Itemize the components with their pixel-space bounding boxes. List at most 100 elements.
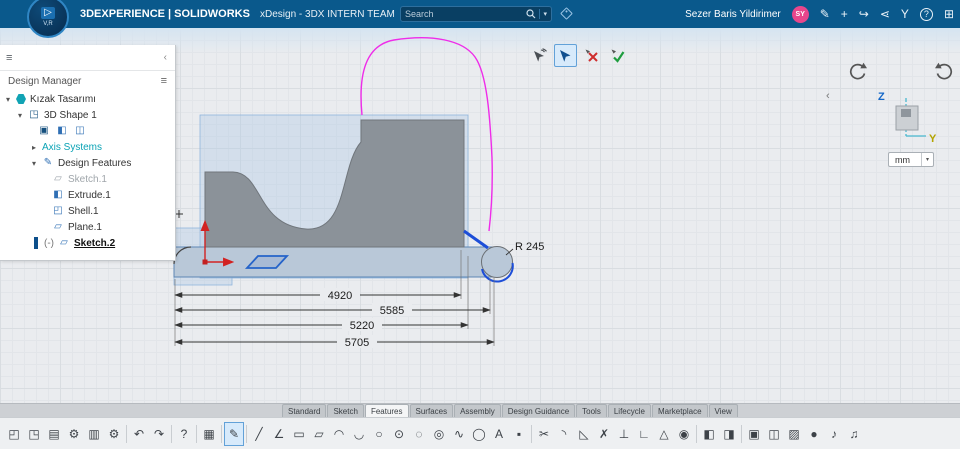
- share-nodes-icon[interactable]: ⋖: [880, 8, 890, 20]
- machine-settings-icon[interactable]: ⚙: [64, 422, 84, 446]
- tab-marketplace[interactable]: Marketplace: [651, 404, 708, 417]
- undo-icon[interactable]: ↶: [129, 422, 149, 446]
- tangent-arc-icon[interactable]: ◡: [349, 422, 369, 446]
- sketch-origin[interactable]: [202, 259, 208, 265]
- caret-down-icon[interactable]: ▾: [16, 111, 24, 120]
- selected-line-edge[interactable]: [463, 229, 489, 250]
- tab-sketch[interactable]: Sketch: [327, 404, 364, 417]
- mini-extrude-icon[interactable]: ◧: [56, 126, 68, 136]
- delete-entity-icon[interactable]: ✗: [594, 422, 614, 446]
- redo-icon[interactable]: ↷: [149, 422, 169, 446]
- angle-icon[interactable]: ∟: [634, 422, 654, 446]
- tree-item-design-features[interactable]: ▾ ✎ Design Features: [0, 155, 175, 171]
- text-icon[interactable]: A: [489, 422, 509, 446]
- tree-item-extrude1[interactable]: ◧ Extrude.1: [0, 187, 175, 203]
- collapse-right-panel-button[interactable]: ‹: [826, 90, 830, 102]
- assembly-cube-icon[interactable]: ◫: [764, 422, 784, 446]
- point-icon[interactable]: ▪: [509, 422, 529, 446]
- tree-item-axis-systems[interactable]: ▸ Axis Systems: [0, 139, 175, 155]
- polygon-icon[interactable]: △: [654, 422, 674, 446]
- tree-item-sketch1[interactable]: ▱ Sketch.1: [0, 171, 175, 187]
- branch-icon[interactable]: Y: [901, 8, 909, 20]
- search-scope-chevron-icon[interactable]: ▾: [543, 10, 547, 18]
- accept-sketch-button[interactable]: [606, 44, 629, 67]
- tree-item-plane1[interactable]: ▱ Plane.1: [0, 219, 175, 235]
- spline-icon[interactable]: ∿: [449, 422, 469, 446]
- dimension-label[interactable]: 5220: [350, 320, 374, 332]
- tree-item-root[interactable]: ▾ Kızak Tasarımı: [0, 91, 175, 107]
- apps-grid-icon[interactable]: ⊞: [944, 8, 954, 20]
- tab-features[interactable]: Features: [364, 404, 409, 417]
- arc-icon[interactable]: ◠: [329, 422, 349, 446]
- tree-item-sketch2-active[interactable]: (-) ▱ Sketch.2: [0, 235, 175, 251]
- constraint-icon[interactable]: ⊥: [614, 422, 634, 446]
- dimension-label[interactable]: 5585: [380, 305, 404, 317]
- collapse-panel-button[interactable]: ‹: [162, 52, 169, 63]
- selected-arc-edge[interactable]: [481, 262, 514, 283]
- help-icon[interactable]: ?: [174, 422, 194, 446]
- extrude-icon[interactable]: ◧: [699, 422, 719, 446]
- solid-section[interactable]: [204, 119, 465, 248]
- help-icon[interactable]: ?: [919, 7, 933, 21]
- share-icon[interactable]: ↪: [859, 8, 869, 20]
- design-table-icon[interactable]: ▦: [199, 422, 219, 446]
- mini-sketch-icon[interactable]: ▣: [38, 126, 50, 136]
- search-box[interactable]: ▾: [400, 6, 552, 22]
- units-dropdown[interactable]: mm ▾: [888, 152, 934, 167]
- sketch-plane-highlight-2[interactable]: [173, 227, 233, 286]
- preferences-gear-icon[interactable]: ⚙: [104, 422, 124, 446]
- select-tool-button[interactable]: [554, 44, 577, 67]
- mini-pattern-icon[interactable]: ◫: [74, 126, 86, 136]
- spline-curve[interactable]: [360, 37, 493, 232]
- construction-circle-icon[interactable]: ◌: [409, 422, 429, 446]
- tab-lifecycle[interactable]: Lifecycle: [607, 404, 651, 417]
- runner-end-cap[interactable]: [481, 246, 513, 278]
- tab-design-guidance[interactable]: Design Guidance: [501, 404, 576, 417]
- caret-down-icon[interactable]: ▾: [30, 159, 38, 168]
- add-icon[interactable]: +: [841, 8, 848, 20]
- polyline-icon[interactable]: ∠: [269, 422, 289, 446]
- rectangle-icon[interactable]: ▭: [289, 422, 309, 446]
- search-input[interactable]: [405, 9, 527, 19]
- user-avatar[interactable]: SY: [791, 5, 809, 23]
- print-icon[interactable]: ▥: [84, 422, 104, 446]
- app-switcher[interactable]: xDesign - 3DX INTERN TEAM⌄: [260, 9, 405, 20]
- tab-view[interactable]: View: [708, 404, 738, 417]
- caret-right-icon[interactable]: ▸: [30, 143, 38, 152]
- sphere-icon[interactable]: ●: [804, 422, 824, 446]
- ellipse-icon[interactable]: ◯: [469, 422, 489, 446]
- model-box-icon[interactable]: ◳: [24, 422, 44, 446]
- orientation-triad[interactable]: Z Y: [868, 86, 938, 153]
- tab-surfaces[interactable]: Surfaces: [409, 404, 454, 417]
- rotate-view-left-button[interactable]: [848, 62, 868, 82]
- caret-down-icon[interactable]: ▾: [4, 95, 12, 104]
- note-icon[interactable]: ♪: [824, 422, 844, 446]
- escape-selection-button[interactable]: [528, 44, 551, 67]
- radius-label[interactable]: R 245: [515, 241, 544, 253]
- compose-icon[interactable]: ✎: [820, 8, 830, 20]
- fillet-icon[interactable]: ◝: [554, 422, 574, 446]
- center-circle-icon[interactable]: ⊙: [389, 422, 409, 446]
- project-curve-icon[interactable]: ◉: [674, 422, 694, 446]
- user-name[interactable]: Sezer Baris Yildirimer: [685, 9, 781, 20]
- tree-item-3d-shape[interactable]: ▾ ◳ 3D Shape 1: [0, 107, 175, 123]
- sketch-box-icon[interactable]: ◰: [4, 422, 24, 446]
- tab-assembly[interactable]: Assembly: [454, 404, 501, 417]
- perimeter-circle-icon[interactable]: ◎: [429, 422, 449, 446]
- material-icon[interactable]: ♫: [844, 422, 864, 446]
- bookmark-tag-icon[interactable]: [560, 7, 573, 20]
- dimension-label[interactable]: 5705: [345, 337, 369, 349]
- sketch-plane-highlight[interactable]: [199, 114, 469, 279]
- parallelogram-entity[interactable]: [244, 255, 290, 269]
- save-icon[interactable]: ▤: [44, 422, 64, 446]
- primitive-cube-icon[interactable]: ▣: [744, 422, 764, 446]
- parallelogram-icon[interactable]: ▱: [309, 422, 329, 446]
- revolve-icon[interactable]: ◨: [719, 422, 739, 446]
- pattern-icon[interactable]: ▨: [784, 422, 804, 446]
- tab-tools[interactable]: Tools: [576, 404, 607, 417]
- rotate-view-right-button[interactable]: [934, 62, 954, 82]
- edit-sketch-icon[interactable]: ✎: [224, 421, 244, 446]
- chamfer-icon[interactable]: ◺: [574, 422, 594, 446]
- tree-item-shell1[interactable]: ◰ Shell.1: [0, 203, 175, 219]
- cancel-sketch-button[interactable]: [580, 44, 603, 67]
